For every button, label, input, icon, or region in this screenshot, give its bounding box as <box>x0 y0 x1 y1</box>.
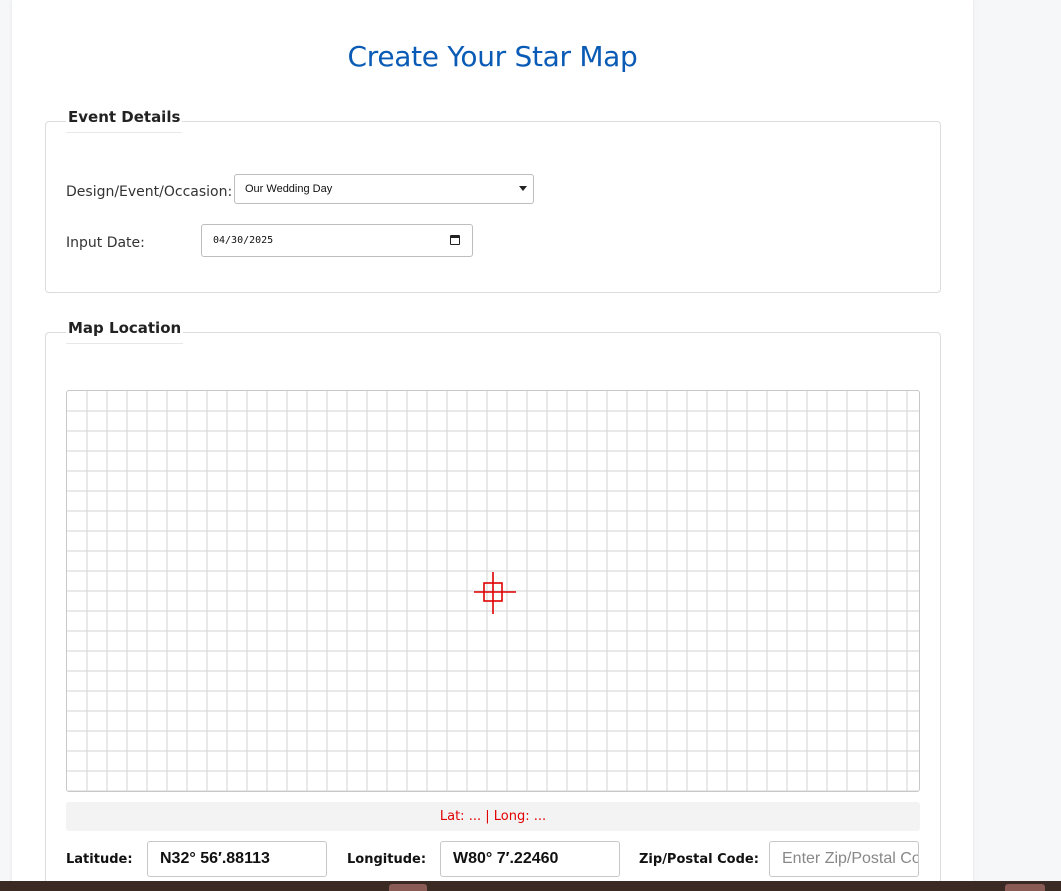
taskbar-item[interactable] <box>389 884 427 891</box>
location-map[interactable] <box>66 390 920 792</box>
latitude-value: N32° 56′.88113 <box>160 850 270 867</box>
crosshair-icon[interactable] <box>67 391 920 792</box>
longitude-input[interactable]: W80° 7′.22460 <box>440 841 620 877</box>
chevron-down-icon <box>519 186 527 191</box>
coords-status: Lat: ... | Long: ... <box>66 802 920 831</box>
latitude-label: Latitude: <box>66 852 133 867</box>
zip-input[interactable]: Enter Zip/Postal Code <box>769 841 919 877</box>
zip-label: Zip/Postal Code: <box>639 852 759 867</box>
date-input-value: 04/30/2025 <box>213 235 274 246</box>
occasion-select-value: Our Wedding Day <box>245 183 333 195</box>
longitude-label: Longitude: <box>347 852 427 867</box>
event-details-box <box>45 121 941 293</box>
page-title: Create Your Star Map <box>347 40 638 73</box>
date-input[interactable]: 04/30/2025 <box>201 224 473 257</box>
taskbar <box>0 881 1061 891</box>
date-label: Input Date: <box>66 235 145 251</box>
taskbar-item[interactable] <box>1005 884 1045 891</box>
event-details-legend: Event Details <box>66 108 183 133</box>
latitude-input[interactable]: N32° 56′.88113 <box>147 841 327 877</box>
calendar-icon[interactable] <box>450 235 460 245</box>
longitude-value: W80° 7′.22460 <box>453 850 559 867</box>
occasion-select[interactable]: Our Wedding Day <box>234 174 534 204</box>
map-location-legend: Map Location <box>66 319 184 344</box>
zip-placeholder: Enter Zip/Postal Code <box>782 850 919 867</box>
occasion-label: Design/Event/Occasion: <box>66 184 233 200</box>
